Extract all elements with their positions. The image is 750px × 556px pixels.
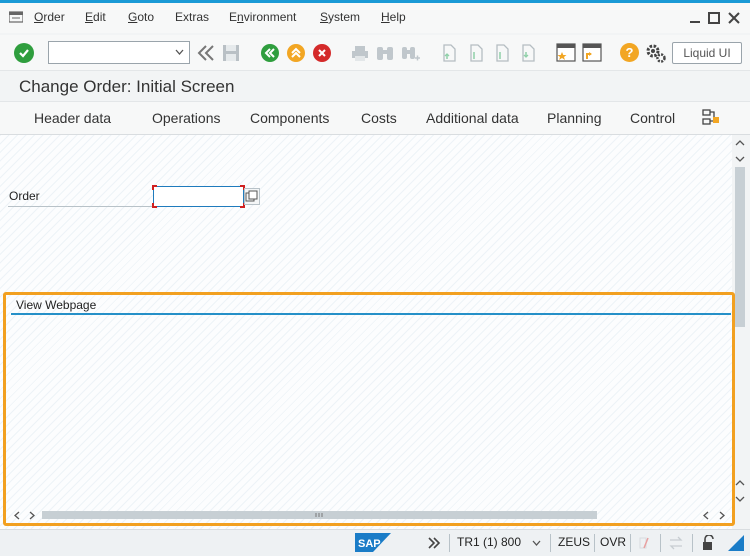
status-separator <box>449 534 450 552</box>
tab-header-data[interactable]: Header data <box>34 110 111 126</box>
menu-system[interactable]: System <box>320 10 360 24</box>
standard-toolbar: ? Liquid UI <box>0 35 750 71</box>
back-icon <box>264 48 275 58</box>
menu-order[interactable]: Order <box>34 10 65 24</box>
server-name: ZEUS <box>558 535 591 549</box>
save-icon[interactable] <box>222 44 240 62</box>
previous-page-icon[interactable] <box>468 44 484 62</box>
tab-components[interactable]: Components <box>250 110 329 126</box>
page-title: Change Order: Initial Screen <box>19 77 235 96</box>
exit-icon <box>291 47 301 58</box>
status-separator <box>660 534 661 552</box>
double-chevron-left-icon[interactable] <box>197 45 215 61</box>
menu-list-icon[interactable] <box>9 11 23 23</box>
exit-button[interactable] <box>287 44 305 62</box>
transfer-icon <box>669 536 683 550</box>
cancel-button[interactable] <box>313 44 331 62</box>
scroll-right-icon[interactable] <box>28 511 36 520</box>
scroll-right-icon[interactable] <box>718 511 726 520</box>
input-mode[interactable]: OVR <box>600 535 626 549</box>
chevron-down-icon[interactable] <box>175 49 184 55</box>
find-next-icon[interactable] <box>401 44 421 62</box>
expand-status-icon[interactable] <box>427 537 441 549</box>
resize-grip-icon[interactable] <box>728 535 744 551</box>
status-separator <box>594 534 595 552</box>
required-marker <box>152 203 157 208</box>
status-separator <box>550 534 551 552</box>
menu-help[interactable]: Help <box>381 10 406 24</box>
scroll-left-icon[interactable] <box>13 511 21 520</box>
scroll-down-icon[interactable] <box>735 155 745 163</box>
horizontal-scrollbar[interactable] <box>9 509 729 521</box>
svg-text:SAP: SAP <box>358 538 381 550</box>
scroll-up-icon[interactable] <box>735 139 745 147</box>
webpage-title: View Webpage <box>16 298 97 312</box>
application-toolbar: Header data Operations Components Costs … <box>0 101 750 135</box>
command-field[interactable] <box>48 41 190 64</box>
more-options-icon[interactable] <box>702 109 720 127</box>
back-button[interactable] <box>261 44 279 62</box>
menu-goto[interactable]: Goto <box>128 10 154 24</box>
first-page-icon[interactable] <box>441 44 457 62</box>
sap-logo-icon: SAP <box>355 533 391 552</box>
webpage-title-underline <box>11 313 731 315</box>
help-button[interactable]: ? <box>620 43 639 62</box>
lock-icon <box>703 535 714 550</box>
help-icon: ? <box>625 45 634 60</box>
status-separator <box>692 534 693 552</box>
gear-icon[interactable] <box>645 42 667 64</box>
scroll-down-icon[interactable] <box>735 495 745 503</box>
menu-bar: Order Edit Goto Extras Environment Syste… <box>0 3 750 33</box>
webpage-container: View Webpage <box>3 292 735 526</box>
create-shortcut-icon[interactable] <box>582 43 602 63</box>
value-help-icon <box>245 190 258 202</box>
status-separator <box>630 534 631 552</box>
print-icon[interactable] <box>351 45 369 61</box>
scroll-up-icon[interactable] <box>735 479 745 487</box>
maximize-icon[interactable] <box>707 11 721 25</box>
horizontal-scroll-thumb[interactable] <box>42 511 597 519</box>
order-label: Order <box>9 189 40 203</box>
tab-control[interactable]: Control <box>630 110 675 126</box>
close-window-icon[interactable] <box>727 11 741 25</box>
pen-icon <box>639 537 649 549</box>
order-label-underline <box>8 206 153 207</box>
menu-extras[interactable]: Extras <box>175 10 209 24</box>
chevron-down-icon[interactable] <box>532 540 541 546</box>
tab-costs[interactable]: Costs <box>361 110 397 126</box>
menu-edit[interactable]: Edit <box>85 10 106 24</box>
new-session-icon[interactable] <box>556 43 576 63</box>
minimize-icon[interactable] <box>688 11 702 25</box>
tab-planning[interactable]: Planning <box>547 110 602 126</box>
required-marker <box>152 185 157 190</box>
check-icon <box>19 49 29 58</box>
next-page-icon[interactable] <box>494 44 510 62</box>
status-bar: SAP TR1 (1) 800 ZEUS OVR <box>0 529 750 556</box>
value-help-button[interactable] <box>244 188 260 205</box>
order-input[interactable] <box>152 185 245 208</box>
last-page-icon[interactable] <box>520 44 536 62</box>
liquid-ui-button[interactable]: Liquid UI <box>672 42 742 64</box>
tab-additional-data[interactable]: Additional data <box>426 110 519 126</box>
grip-icon <box>315 513 323 517</box>
tab-operations[interactable]: Operations <box>152 110 220 126</box>
menu-environment[interactable]: Environment <box>229 10 296 24</box>
cancel-icon <box>318 49 326 57</box>
find-icon[interactable] <box>376 44 394 62</box>
enter-button[interactable] <box>14 43 34 63</box>
vertical-scroll-thumb[interactable] <box>735 167 745 327</box>
scroll-left-icon[interactable] <box>702 511 710 520</box>
system-info: TR1 (1) 800 <box>457 535 522 549</box>
